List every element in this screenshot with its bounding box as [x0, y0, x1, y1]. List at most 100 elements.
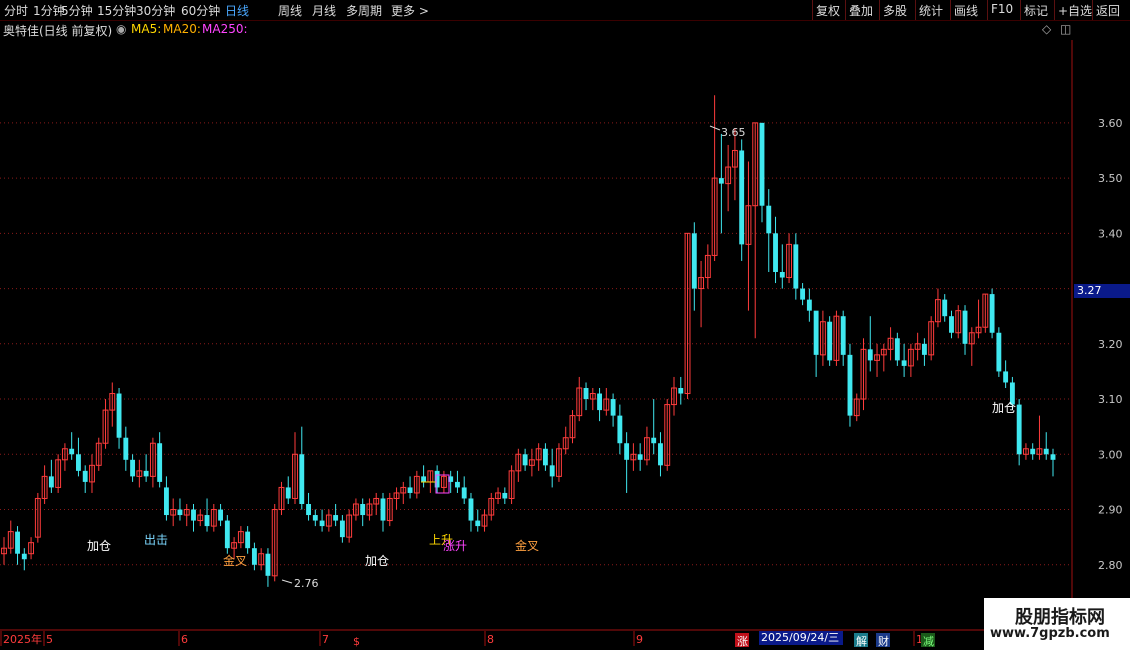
- low-price-label: 2.76: [294, 577, 319, 590]
- toolbar-action-8[interactable]: 返回: [1096, 2, 1120, 19]
- candle-body: [542, 448, 548, 466]
- candle-body: [407, 487, 413, 493]
- candle-body: [840, 316, 846, 355]
- candle-body: [827, 321, 833, 361]
- high-price-label: 3.65: [721, 126, 746, 139]
- candle-body: [333, 515, 339, 521]
- candle-body: [434, 470, 440, 488]
- x-tick-label: 5: [46, 633, 53, 646]
- candle-body: [82, 470, 88, 482]
- toolbar-separator: [845, 0, 846, 20]
- period-tab-1[interactable]: 1分钟: [33, 2, 65, 19]
- current-price-highlight: 3.27: [1074, 284, 1130, 298]
- candle-body: [651, 437, 657, 444]
- x-tick-label: 8: [487, 633, 494, 646]
- toolbar-action-2[interactable]: 多股: [883, 2, 907, 19]
- candle-body: [468, 498, 474, 521]
- toolbar-separator: [879, 0, 880, 20]
- candle-body: [204, 515, 210, 527]
- y-tick-label: 3.20: [1098, 338, 1123, 351]
- x-tick-label: 6: [181, 633, 188, 646]
- candle-body: [339, 520, 345, 538]
- candle-body: [265, 553, 271, 576]
- candle-body: [312, 515, 318, 521]
- period-tab-7[interactable]: 周线: [278, 2, 302, 19]
- y-tick-label: 3.10: [1098, 393, 1123, 406]
- period-tab-9[interactable]: 多周期: [346, 2, 382, 19]
- candle-body: [800, 288, 806, 300]
- candle-body: [251, 548, 257, 565]
- period-tab-2[interactable]: 5分钟: [61, 2, 93, 19]
- y-tick-label: 3.40: [1098, 227, 1123, 240]
- event-badge: 解: [856, 634, 867, 648]
- event-badge: 减: [923, 635, 934, 648]
- toolbar-separator: [915, 0, 916, 20]
- candle-body: [299, 454, 305, 504]
- event-badge: 涨: [737, 635, 748, 648]
- period-tab-5[interactable]: 60分钟: [181, 2, 220, 19]
- candle-body: [123, 437, 129, 460]
- x-tick-label: 7: [322, 633, 329, 646]
- candle-body: [130, 459, 136, 477]
- candle-body: [949, 316, 954, 333]
- candle-body: [1050, 454, 1056, 460]
- period-tab-6[interactable]: 日线: [225, 2, 249, 19]
- candlestick-chart: 2.802.903.003.103.203.303.403.503.602025…: [0, 40, 1130, 648]
- candle-body: [48, 476, 54, 488]
- candle-body: [455, 481, 460, 488]
- x-tick-label: 9: [636, 633, 643, 646]
- candle-body: [813, 310, 819, 355]
- period-tab-8[interactable]: 月线: [312, 2, 336, 19]
- candle-body: [157, 443, 163, 482]
- candle-body: [1043, 448, 1049, 455]
- y-tick-label: 3.00: [1098, 448, 1123, 461]
- y-tick-label: 3.60: [1098, 117, 1123, 130]
- candle-body: [163, 487, 169, 516]
- candle-body: [739, 150, 745, 245]
- period-tab-4[interactable]: 30分钟: [136, 2, 175, 19]
- watermark-url: www.7gpzb.com: [990, 626, 1110, 641]
- candle-body: [191, 509, 196, 521]
- candle-body: [658, 443, 663, 466]
- toolbar-separator: [950, 0, 951, 20]
- candle-body: [921, 343, 927, 355]
- y-tick-label: 3.50: [1098, 172, 1123, 185]
- candle-body: [610, 399, 616, 416]
- candle-body: [502, 492, 508, 499]
- candle-body: [637, 454, 643, 460]
- period-toolbar: 分时 1分钟 5分钟 15分钟 30分钟 60分钟 日线 周线 月线 多周期 更多 > 复权 叠加 多股…: [0, 0, 1130, 21]
- period-tab-10[interactable]: 更多 >: [391, 2, 429, 19]
- toolbar-action-4[interactable]: 画线: [954, 2, 978, 19]
- candle-body: [1016, 404, 1022, 455]
- period-tab-3[interactable]: 15分钟: [97, 2, 136, 19]
- candle-body: [894, 338, 900, 361]
- candle-body: [224, 520, 230, 549]
- candle-body: [901, 360, 907, 366]
- signal-label: 金叉: [515, 538, 539, 553]
- x-tick-label: 2025年: [3, 632, 42, 646]
- candle-body: [475, 520, 481, 527]
- candle-body: [942, 299, 948, 317]
- signal-label: 加仓: [365, 554, 389, 568]
- candle-body: [779, 272, 785, 278]
- toolbar-separator: [987, 0, 988, 20]
- toolbar-action-3[interactable]: 统计: [919, 2, 943, 19]
- candle-body: [69, 448, 75, 455]
- candle-body: [624, 443, 630, 460]
- candle-body: [421, 476, 427, 482]
- period-tab-0[interactable]: 分时: [4, 2, 28, 19]
- candle-body: [793, 244, 799, 289]
- candle-body: [806, 299, 812, 311]
- candle-body: [549, 465, 555, 477]
- toolbar-action-5[interactable]: F10: [991, 2, 1013, 16]
- candle-body: [847, 354, 853, 416]
- toolbar-action-0[interactable]: 复权: [816, 2, 840, 19]
- signal-label: 加仓: [992, 401, 1016, 415]
- signal-label: 加仓: [87, 539, 111, 553]
- toolbar-separator: [1092, 0, 1093, 20]
- candle-body: [76, 454, 81, 471]
- toolbar-action-7[interactable]: +自选: [1058, 2, 1092, 19]
- toolbar-action-6[interactable]: 标记: [1024, 2, 1048, 19]
- toolbar-action-1[interactable]: 叠加: [849, 2, 873, 19]
- candle-body: [617, 415, 623, 444]
